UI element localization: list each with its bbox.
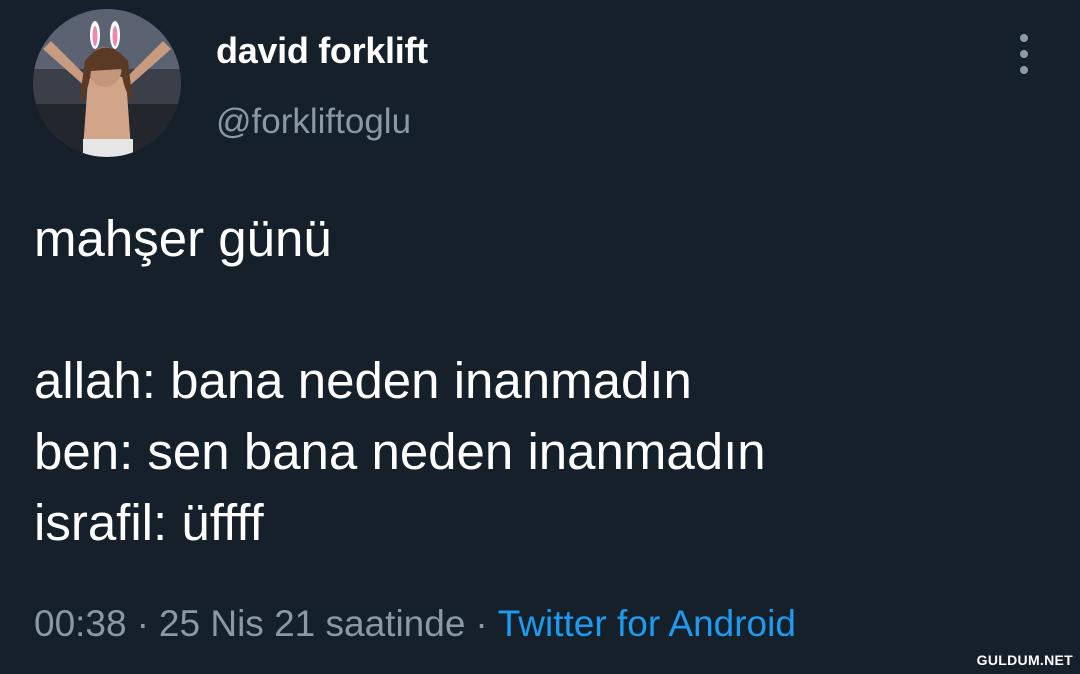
tweet-line: allah: bana neden inanmadın: [34, 352, 692, 409]
tweet-line: ben: sen bana neden inanmadın: [34, 423, 766, 480]
watermark: GULDUM.NET: [976, 652, 1073, 668]
tweet-line: [34, 274, 1034, 345]
more-options-icon[interactable]: [1011, 34, 1037, 74]
tweet-date[interactable]: 25 Nis 21 saatinde: [159, 603, 465, 644]
meta-separator: ·: [136, 603, 149, 644]
meta-separator: ·: [475, 603, 488, 644]
tweet-line: mahşer günü: [34, 210, 332, 267]
avatar-image: [33, 9, 181, 157]
display-name[interactable]: david forklift: [216, 30, 428, 72]
tweet-source-link[interactable]: Twitter for Android: [498, 603, 796, 644]
tweet-line: israfil: üffff: [34, 494, 264, 551]
tweet-meta: 00:38 · 25 Nis 21 saatinde · Twitter for And…: [34, 603, 796, 645]
avatar[interactable]: [33, 9, 181, 157]
tweet-text: mahşer günü allah: bana neden inanmadın …: [34, 203, 1034, 558]
user-handle[interactable]: @forkliftoglu: [216, 102, 411, 142]
tweet-time[interactable]: 00:38: [34, 603, 127, 644]
